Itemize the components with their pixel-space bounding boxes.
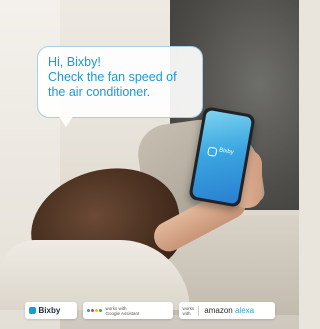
bixby-logo: Bixby [24,302,77,319]
bubble-line-1: Hi, Bixby! [48,55,101,69]
amazon-word: amazon [204,306,233,315]
alexa-brand-text: amazon alexa [204,306,254,315]
speech-bubble-tail [58,115,74,127]
voice-assistant-logos: Bixby works with Google Assistant works … [0,292,299,329]
google-assistant-icon [86,309,102,312]
google-assistant-logo: works with Google Assistant [82,302,173,319]
phone-screen-label: Bixby [218,147,235,156]
bixby-icon [207,146,218,157]
bubble-line-3: the air conditioner. [48,85,151,99]
google-assistant-text: works with Google Assistant [106,306,140,316]
photo-frame: Bixby Hi, Bixby! Check the fan speed of … [0,0,299,329]
alexa-works-with: works with [182,305,200,316]
bixby-logo-text: Bixby [38,306,61,315]
bubble-line-2: Check the fan speed of [48,70,177,84]
alexa-word: alexa [234,306,255,315]
alexa-line-2: with [182,310,191,316]
speech-bubble: Hi, Bixby! Check the fan speed of the ai… [37,46,203,118]
google-line-2: Google Assistant [105,310,140,316]
amazon-alexa-logo: works with amazon alexa [178,302,275,319]
bixby-mark-icon [28,307,36,314]
